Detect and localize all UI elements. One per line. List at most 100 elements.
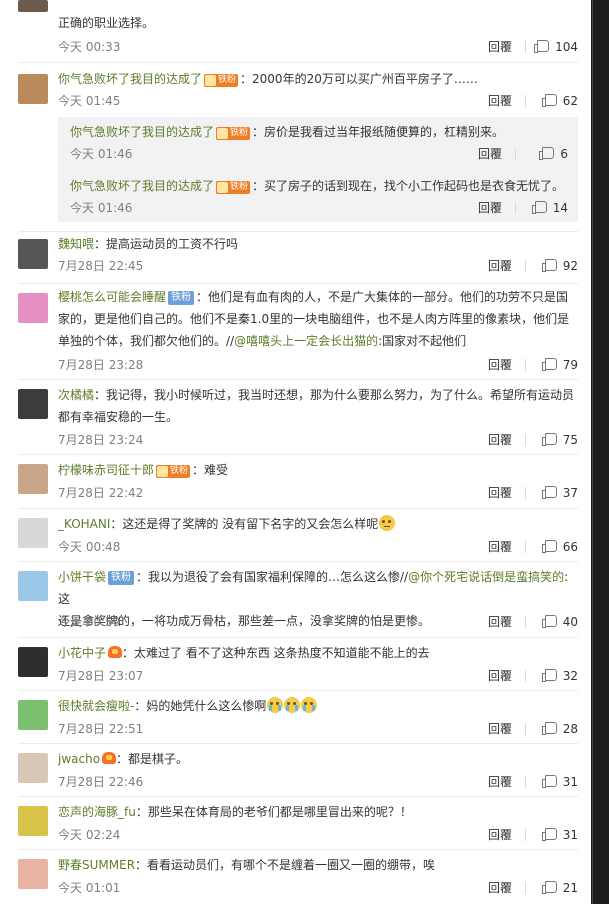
- avatar[interactable]: [18, 464, 48, 494]
- comment-username[interactable]: 野春SUMMER: [58, 858, 135, 872]
- fan-badge: 铁粉: [108, 571, 135, 585]
- comment-meta: 今天 01:01 回覆 21: [58, 879, 578, 897]
- like-button[interactable]: 31: [541, 773, 578, 791]
- comment-username[interactable]: 次橘橘: [58, 388, 94, 402]
- comment-time: 今天 01:45: [58, 94, 121, 108]
- avatar[interactable]: [18, 0, 48, 12]
- comment-username[interactable]: 魏知喂: [58, 237, 94, 251]
- like-count: 14: [552, 201, 568, 215]
- reply-button[interactable]: 回覆: [488, 92, 512, 110]
- comment-time: 今天 02:24: [58, 828, 121, 842]
- reply-button[interactable]: 回覆: [488, 257, 512, 275]
- mention-link[interactable]: @你个死宅说话倒是蛮搞笑的: [408, 570, 564, 584]
- comment-meta: 7月28日 23:07 回覆 32: [58, 667, 578, 685]
- background-panel: [591, 0, 609, 904]
- reply-button[interactable]: 回覆: [488, 879, 512, 897]
- like-button[interactable]: 66: [541, 538, 578, 556]
- comment-username[interactable]: 小花中子: [58, 646, 106, 660]
- comment-username[interactable]: 柠檬味赤司征十郎: [58, 463, 154, 477]
- fan-badge: 铁粉: [168, 291, 195, 305]
- like-button[interactable]: 32: [541, 667, 578, 685]
- like-count: 37: [562, 486, 578, 500]
- thumbs-up-icon: [541, 540, 557, 553]
- like-button[interactable]: 75: [541, 431, 578, 449]
- comment-time: 今天 00:48: [58, 540, 121, 554]
- like-button[interactable]: 6: [539, 145, 568, 163]
- reply-button[interactable]: 回覆: [488, 538, 512, 556]
- like-count: 28: [562, 722, 578, 736]
- like-button[interactable]: 62: [541, 92, 578, 110]
- meta-divider: [525, 434, 526, 446]
- meta-divider: [525, 487, 526, 499]
- comment-username[interactable]: 恋声的海豚_fu: [58, 805, 136, 819]
- fan-badge-icon: [217, 128, 229, 139]
- reply-button[interactable]: 回覆: [488, 720, 512, 738]
- avatar[interactable]: [18, 74, 48, 104]
- reply-button[interactable]: 回覆: [488, 613, 512, 631]
- comment-meta: 7月28日 23:24 回覆 75: [58, 431, 578, 449]
- comment-text: 很快就会瘦啦-：妈的她凭什么这么惨啊: [58, 695, 578, 717]
- comment-text: 小花中子 ：太难过了 看不了这种东西 这条热度不知道能不能上的去: [58, 646, 430, 660]
- comment-time: 7月28日 22:51: [58, 722, 144, 736]
- avatar[interactable]: [18, 647, 48, 677]
- reply-button[interactable]: 回覆: [488, 484, 512, 502]
- meta-divider: [525, 41, 526, 53]
- reply-text: 你气急败坏了我目的达成了 铁粉 ：买了房子的话到现在，找个小工作起码也是衣食无忧了。: [70, 179, 565, 194]
- meta-divider: [525, 829, 526, 841]
- avatar[interactable]: [18, 806, 48, 836]
- thumbs-up-icon: [541, 486, 557, 499]
- comment-username[interactable]: 樱桃怎么可能会睡醒: [58, 290, 166, 304]
- like-button[interactable]: 37: [541, 484, 578, 502]
- like-button[interactable]: 14: [531, 199, 568, 217]
- comment-time: 7月28日 22:42: [58, 486, 144, 500]
- like-button[interactable]: 40: [541, 613, 578, 631]
- thumbs-up-icon: [531, 201, 547, 214]
- avatar[interactable]: [18, 700, 48, 730]
- comment-username[interactable]: 小饼干袋: [58, 570, 106, 584]
- comment-username[interactable]: 你气急败坏了我目的达成了: [58, 72, 202, 86]
- avatar[interactable]: [18, 518, 48, 548]
- comment-text: 正确的职业选择。: [58, 16, 155, 30]
- reply-button[interactable]: 回覆: [488, 667, 512, 685]
- reply-button[interactable]: 回覆: [478, 145, 502, 163]
- like-button[interactable]: 92: [541, 257, 578, 275]
- reply-username[interactable]: 你气急败坏了我目的达成了: [70, 179, 214, 193]
- reply-button[interactable]: 回覆: [488, 431, 512, 449]
- like-button[interactable]: 104: [534, 38, 578, 56]
- crying-emoji-icon: [267, 697, 284, 713]
- comment-meta: 今天 02:24 回覆 31: [58, 826, 578, 844]
- comment-text: 你气急败坏了我目的达成了 铁粉 ：2000年的20万可以买广州百平房子了……: [58, 72, 478, 87]
- avatar[interactable]: [18, 239, 48, 269]
- reply-username[interactable]: 你气急败坏了我目的达成了: [70, 125, 214, 139]
- meta-divider: [525, 95, 526, 107]
- like-count: 40: [562, 615, 578, 629]
- reply-button[interactable]: 回覆: [488, 356, 512, 374]
- like-count: 62: [562, 94, 578, 108]
- like-button[interactable]: 28: [541, 720, 578, 738]
- reply-time: 今天 01:46: [70, 147, 133, 161]
- comment-username[interactable]: jwacho: [58, 752, 100, 766]
- reply-button[interactable]: 回覆: [488, 773, 512, 791]
- avatar[interactable]: [18, 753, 48, 783]
- like-button[interactable]: 79: [541, 356, 578, 374]
- thumbs-up-icon: [541, 722, 557, 735]
- comment-username[interactable]: _KOHANI: [58, 517, 110, 531]
- like-button[interactable]: 21: [541, 879, 578, 897]
- meta-divider: [525, 882, 526, 894]
- avatar[interactable]: [18, 389, 48, 419]
- comment-meta: 今天 00:59 回覆 40: [58, 613, 578, 631]
- avatar[interactable]: [18, 293, 48, 323]
- meta-divider: [525, 541, 526, 553]
- like-count: 79: [562, 358, 578, 372]
- reply-button[interactable]: 回覆: [488, 38, 512, 56]
- like-button[interactable]: 31: [541, 826, 578, 844]
- panel-edge: [592, 0, 593, 904]
- avatar[interactable]: [18, 859, 48, 889]
- fan-badge: 铁粉: [216, 127, 251, 140]
- mention-link[interactable]: @嘻嘻头上一定会长出猫的: [234, 334, 378, 348]
- avatar[interactable]: [18, 571, 48, 601]
- reply-button[interactable]: 回覆: [478, 199, 502, 217]
- reply-button[interactable]: 回覆: [488, 826, 512, 844]
- comment-username[interactable]: 很快就会瘦啦-: [58, 699, 134, 713]
- reply-thread-box: 你气急败坏了我目的达成了 铁粉 ：房价是我看过当年报纸随便算的，杠精别来。 今天 0…: [58, 117, 578, 222]
